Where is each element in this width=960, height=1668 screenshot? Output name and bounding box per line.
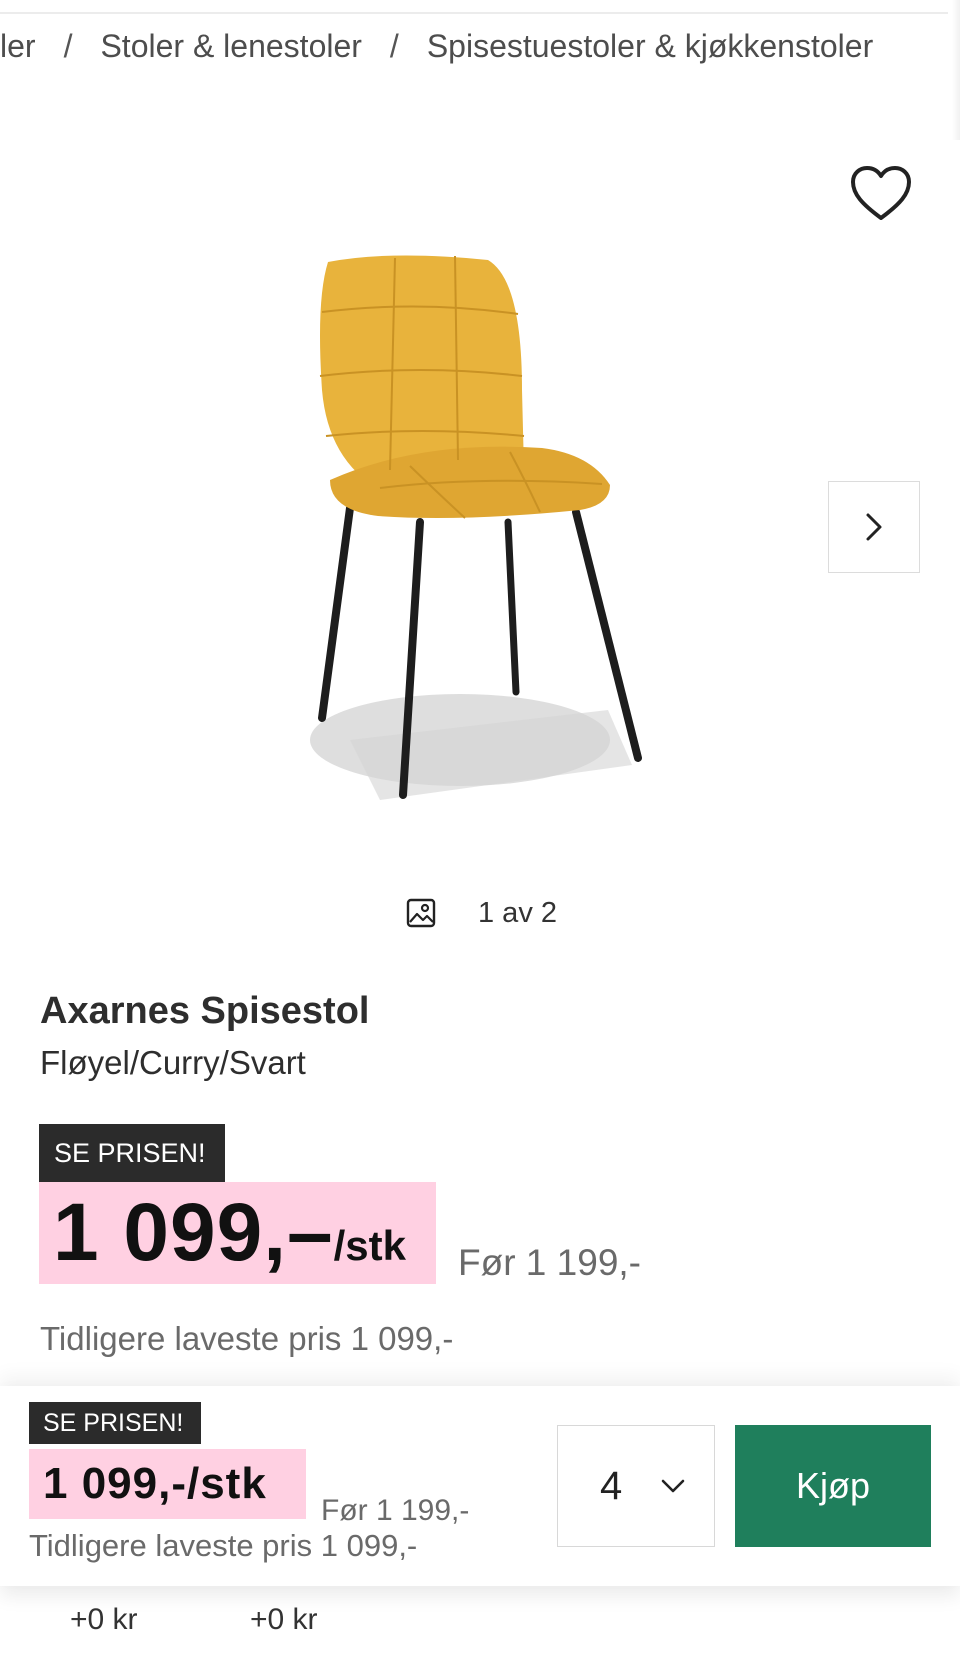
sticky-price-highlight: 1 099,-/stk [29, 1449, 306, 1519]
image-icon [406, 898, 436, 928]
quantity-select[interactable]: 4 [557, 1425, 715, 1547]
next-image-button[interactable] [828, 481, 920, 573]
addon-price-1: +0 kr [70, 1603, 138, 1636]
breadcrumb-item-stoler[interactable]: Stoler & lenestoler [100, 28, 361, 65]
price-unit: /stk [333, 1222, 406, 1269]
addon-price-2: +0 kr [250, 1603, 318, 1636]
top-divider [0, 12, 948, 14]
product-title: Axarnes Spisestol [40, 990, 370, 1032]
chevron-right-icon [866, 513, 882, 541]
favorite-button[interactable] [848, 164, 914, 224]
image-counter-text: 1 av 2 [478, 896, 557, 929]
sticky-price-badge: SE PRISEN! [29, 1402, 201, 1444]
price-badge: SE PRISEN! [39, 1124, 225, 1182]
lowest-price-note: Tidligere laveste pris 1 099,- [40, 1320, 454, 1357]
breadcrumb-item-spisestuestoler[interactable]: Spisestuestoler & kjøkkenstoler [427, 28, 873, 65]
chevron-down-icon [661, 1479, 685, 1493]
chair-illustration [310, 255, 642, 800]
buy-button[interactable]: Kjøp [735, 1425, 931, 1547]
price-value: 1 099,– [53, 1187, 334, 1278]
image-counter: 1 av 2 [406, 893, 557, 933]
breadcrumb-item-parent[interactable]: ler [0, 28, 36, 65]
sticky-lowest-price-note: Tidligere laveste pris 1 099,- [29, 1528, 418, 1563]
breadcrumb-separator: / [63, 27, 73, 64]
sticky-previous-price: Før 1 199,- [321, 1494, 470, 1527]
sticky-buy-bar: SE PRISEN! 1 099,-/stk Før 1 199,- Tidli… [0, 1386, 960, 1586]
sticky-price-value: 1 099,-/stk [43, 1459, 267, 1508]
product-image[interactable] [260, 240, 680, 810]
product-variant: Fløyel/Curry/Svart [40, 1044, 306, 1081]
breadcrumb-separator: / [389, 27, 399, 64]
previous-price: Før 1 199,- [458, 1242, 641, 1283]
price-highlight: 1 099,–/stk [39, 1182, 436, 1284]
quantity-value: 4 [600, 1463, 623, 1508]
breadcrumb: ler / Stoler & lenestoler / Spisestuesto… [0, 22, 873, 70]
scroll-edge [952, 0, 960, 140]
heart-icon [851, 166, 911, 220]
